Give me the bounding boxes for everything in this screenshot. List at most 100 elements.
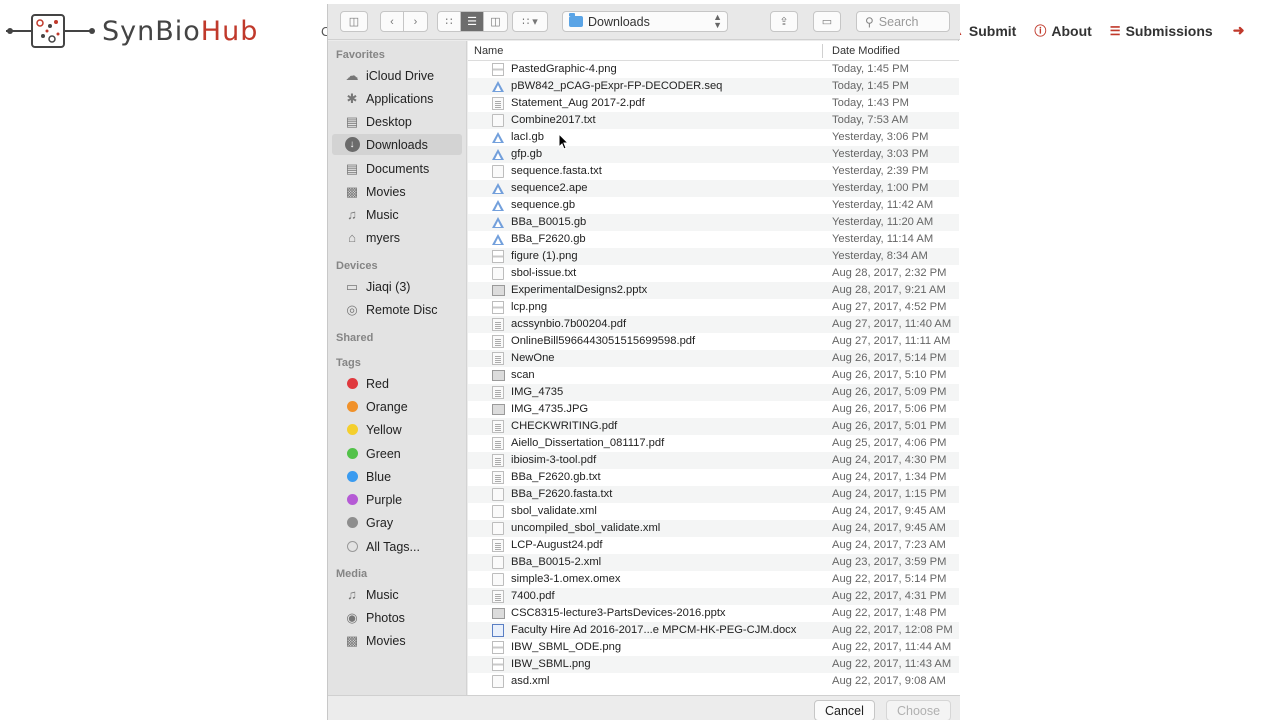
file-row[interactable]: lcp.png Aug 27, 2017, 4:52 PM: [468, 299, 959, 316]
cancel-button[interactable]: Cancel: [814, 700, 875, 720]
synbiohub-logo[interactable]: SynBioHub: [6, 12, 258, 50]
date-modified-column-header[interactable]: Date Modified: [832, 45, 900, 57]
file-row[interactable]: sequence.fasta.txt Yesterday, 2:39 PM: [468, 163, 959, 180]
list-view-button[interactable]: ☰: [461, 12, 484, 31]
sidebar-item-applications[interactable]: ✱ Applications: [332, 88, 462, 109]
file-row[interactable]: asd.xml Aug 22, 2017, 9:08 AM: [468, 673, 959, 690]
file-row[interactable]: Aiello_Dissertation_081117.pdf Aug 25, 20…: [468, 435, 959, 452]
laptop-icon: ▭: [345, 278, 359, 294]
column-divider[interactable]: [822, 44, 823, 58]
forward-button[interactable]: ›: [404, 12, 427, 31]
file-row[interactable]: sbol_validate.xml Aug 24, 2017, 9:45 AM: [468, 503, 959, 520]
file-row[interactable]: CHECKWRITING.pdf Aug 26, 2017, 5:01 PM: [468, 418, 959, 435]
icon-view-button[interactable]: ∷: [438, 12, 461, 31]
sidebar-item-myers[interactable]: ⌂ myers: [332, 227, 462, 248]
sidebar-tag-green[interactable]: Green: [332, 443, 462, 464]
sidebar-item-media-music[interactable]: ♫ Music: [332, 584, 462, 605]
sidebar-item-media-movies[interactable]: ▩ Movies: [332, 630, 462, 651]
file-date-modified: Yesterday, 11:14 AM: [832, 233, 934, 245]
file-row[interactable]: 7400.pdf Aug 22, 2017, 4:31 PM: [468, 588, 959, 605]
sidebar-tag-gray[interactable]: Gray: [332, 512, 462, 533]
file-row[interactable]: Statement_Aug 2017-2.pdf Today, 1:43 PM: [468, 95, 959, 112]
file-row[interactable]: ExperimentalDesigns2.pptx Aug 28, 2017, 9…: [468, 282, 959, 299]
nav-submissions[interactable]: ☰ Submissions: [1110, 23, 1213, 39]
nav-about[interactable]: ⓘ About: [1034, 22, 1091, 39]
media-heading: Media: [336, 568, 368, 580]
file-row[interactable]: figure (1).png Yesterday, 8:34 AM: [468, 248, 959, 265]
file-row[interactable]: CSC8315-lecture3-PartsDevices-2016.pptx A…: [468, 605, 959, 622]
arrange-button[interactable]: ∷ ▾: [512, 11, 548, 32]
file-row[interactable]: sequence2.ape Yesterday, 1:00 PM: [468, 180, 959, 197]
back-button[interactable]: ‹: [381, 12, 404, 31]
file-name: scan: [511, 369, 535, 381]
file-row[interactable]: Faculty Hire Ad 2016-2017...e MPCM-HK-PE…: [468, 622, 959, 639]
sign-out-icon[interactable]: ➜: [1233, 22, 1245, 39]
sidebar-tag-blue[interactable]: Blue: [332, 466, 462, 487]
nav-submit[interactable]: ▲ Submit: [952, 23, 1016, 39]
file-row[interactable]: sequence.gb Yesterday, 11:42 AM: [468, 197, 959, 214]
sidebar-item-label: Desktop: [366, 114, 412, 129]
file-row[interactable]: IMG_4735.JPG Aug 26, 2017, 5:06 PM: [468, 401, 959, 418]
sidebar-item-music[interactable]: ♫ Music: [332, 204, 462, 225]
folder-icon: [569, 13, 583, 27]
file-row[interactable]: BBa_B0015.gb Yesterday, 11:20 AM: [468, 214, 959, 231]
file-row[interactable]: PastedGraphic-4.png Today, 1:45 PM: [468, 61, 959, 78]
file-row[interactable]: sbol-issue.txt Aug 28, 2017, 2:32 PM: [468, 265, 959, 282]
name-column-header[interactable]: Name: [474, 45, 503, 57]
file-name: ibiosim-3-tool.pdf: [511, 454, 597, 466]
file-name: IMG_4735: [511, 386, 564, 398]
sidebar-item-label: Documents: [366, 161, 430, 176]
file-date-modified: Yesterday, 11:20 AM: [832, 216, 934, 228]
file-name: 7400.pdf: [511, 590, 555, 602]
file-row[interactable]: simple3-1.omex.omex Aug 22, 2017, 5:14 PM: [468, 571, 959, 588]
sidebar-item-label: Orange: [366, 399, 408, 414]
choose-button[interactable]: Choose: [886, 700, 952, 720]
file-row[interactable]: OnlineBill5966443051515699598.pdf Aug 27,…: [468, 333, 959, 350]
file-row[interactable]: scan Aug 26, 2017, 5:10 PM: [468, 367, 959, 384]
sidebar-item-icloud-drive[interactable]: ☁ iCloud Drive: [332, 65, 462, 86]
sidebar-item-movies[interactable]: ▩ Movies: [332, 181, 462, 202]
sidebar-tag-all-tags[interactable]: All Tags...: [332, 536, 462, 557]
file-row[interactable]: gfp.gb Yesterday, 3:03 PM: [468, 146, 959, 163]
file-row[interactable]: pBW842_pCAG-pExpr-FP-DECODER.seq Today, 1…: [468, 78, 959, 95]
file-name: asd.xml: [511, 675, 550, 687]
location-label: Downloads: [588, 14, 650, 29]
file-date-modified: Aug 26, 2017, 5:06 PM: [832, 403, 947, 415]
file-row[interactable]: NewOne Aug 26, 2017, 5:14 PM: [468, 350, 959, 367]
file-row[interactable]: ibiosim-3-tool.pdf Aug 24, 2017, 4:30 PM: [468, 452, 959, 469]
sidebar-item-photos[interactable]: ◉ Photos: [332, 607, 462, 628]
sidebar-item-desktop[interactable]: ▤ Desktop: [332, 111, 462, 132]
sidebar-item-jiaqi[interactable]: ▭ Jiaqi (3): [332, 276, 462, 297]
file-row[interactable]: BBa_F2620.fasta.txt Aug 24, 2017, 1:15 PM: [468, 486, 959, 503]
file-date-modified: Aug 24, 2017, 9:45 AM: [832, 505, 946, 517]
sidebar-item-remote-disc[interactable]: ◎ Remote Disc: [332, 299, 462, 320]
file-row[interactable]: IBW_SBML_ODE.png Aug 22, 2017, 11:44 AM: [468, 639, 959, 656]
sbol-file-icon: [492, 148, 504, 161]
file-row[interactable]: BBa_F2620.gb Yesterday, 11:14 AM: [468, 231, 959, 248]
file-row[interactable]: BBa_F2620.gb.txt Aug 24, 2017, 1:34 PM: [468, 469, 959, 486]
file-name: acssynbio.7b00204.pdf: [511, 318, 627, 330]
sidebar-item-documents[interactable]: ▤ Documents: [332, 158, 462, 179]
file-row[interactable]: LCP-August24.pdf Aug 24, 2017, 7:23 AM: [468, 537, 959, 554]
file-row[interactable]: IMG_4735 Aug 26, 2017, 5:09 PM: [468, 384, 959, 401]
sidebar-tag-purple[interactable]: Purple: [332, 489, 462, 510]
doc-file-icon: [492, 556, 504, 569]
search-field[interactable]: ⚲ Search: [856, 11, 950, 32]
column-view-button[interactable]: ◫: [484, 12, 507, 31]
file-row[interactable]: acssynbio.7b00204.pdf Aug 27, 2017, 11:40…: [468, 316, 959, 333]
sidebar-tag-orange[interactable]: Orange: [332, 396, 462, 417]
file-row[interactable]: lacI.gb Yesterday, 3:06 PM: [468, 129, 959, 146]
file-date-modified: Today, 1:45 PM: [832, 80, 909, 92]
sidebar-toggle-button[interactable]: ◫: [340, 11, 368, 32]
sidebar-tag-red[interactable]: Red: [332, 373, 462, 394]
share-button[interactable]: ⇪: [770, 11, 798, 32]
location-popup[interactable]: Downloads ▲ ▼: [562, 11, 728, 32]
file-row[interactable]: Combine2017.txt Today, 7:53 AM: [468, 112, 959, 129]
sidebar-item-downloads[interactable]: ↓ Downloads: [332, 134, 462, 155]
file-row[interactable]: IBW_SBML.png Aug 22, 2017, 11:43 AM: [468, 656, 959, 673]
tag-button[interactable]: ▭: [813, 11, 841, 32]
file-row[interactable]: uncompiled_sbol_validate.xml Aug 24, 2017…: [468, 520, 959, 537]
word-file-icon: [492, 624, 504, 637]
sidebar-tag-yellow[interactable]: Yellow: [332, 419, 462, 440]
file-row[interactable]: BBa_B0015-2.xml Aug 23, 2017, 3:59 PM: [468, 554, 959, 571]
